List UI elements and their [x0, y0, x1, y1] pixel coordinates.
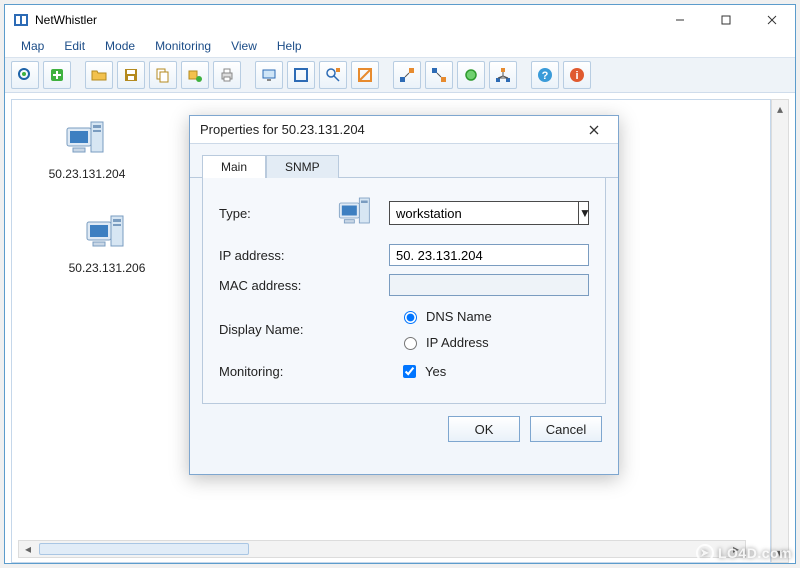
row-monitoring: Monitoring: Yes — [219, 362, 589, 381]
menu-monitoring[interactable]: Monitoring — [147, 37, 219, 55]
chevron-down-icon[interactable]: ▼ — [578, 202, 591, 224]
scroll-left-icon[interactable]: ◂ — [19, 541, 37, 557]
menu-help[interactable]: Help — [269, 37, 310, 55]
main-window: NetWhistler Map Edit Mode Monitoring Vie… — [4, 4, 796, 564]
menu-mode[interactable]: Mode — [97, 37, 143, 55]
scroll-up-icon[interactable]: ▴ — [772, 100, 788, 118]
close-icon — [589, 125, 599, 135]
close-button[interactable] — [749, 5, 795, 35]
window-controls — [657, 5, 795, 35]
tb-help[interactable]: ? — [531, 61, 559, 89]
radio-dns[interactable]: DNS Name — [399, 308, 492, 324]
monitoring-check-label: Yes — [425, 364, 446, 379]
tb-print[interactable] — [213, 61, 241, 89]
node-1-label: 50.23.131.204 — [32, 167, 142, 181]
tb-screen[interactable] — [255, 61, 283, 89]
titlebar-left: NetWhistler — [13, 12, 97, 28]
tab-main[interactable]: Main — [202, 155, 266, 178]
watermark-icon: ➤ — [696, 544, 714, 562]
tb-info[interactable]: i — [563, 61, 591, 89]
dialog-titlebar: Properties for 50.23.131.204 — [190, 116, 618, 144]
tb-topology[interactable] — [489, 61, 517, 89]
horizontal-scrollbar[interactable]: ◂ ▸ — [18, 540, 746, 558]
tb-frame[interactable] — [287, 61, 315, 89]
toolbar: ? i — [5, 57, 795, 93]
node-2[interactable]: 50.23.131.206 — [52, 212, 162, 275]
svg-text:i: i — [575, 70, 578, 82]
row-type: Type: ▼ — [219, 194, 589, 232]
radio-ip[interactable]: IP Address — [399, 334, 489, 350]
tb-find[interactable] — [319, 61, 347, 89]
row-mac: MAC address: — [219, 274, 589, 296]
node-2-label: 50.23.131.206 — [52, 261, 162, 275]
monitoring-check[interactable]: Yes — [399, 362, 446, 381]
app-icon — [13, 12, 29, 28]
app-title: NetWhistler — [35, 13, 97, 27]
tb-discover[interactable] — [11, 61, 39, 89]
radio-dns-input[interactable] — [404, 311, 417, 324]
radio-ip-label: IP Address — [426, 335, 489, 350]
tb-link1[interactable] — [393, 61, 421, 89]
minimize-button[interactable] — [657, 5, 703, 35]
watermark-text: LO4D.com — [718, 545, 792, 561]
label-monitoring: Monitoring: — [219, 364, 329, 379]
type-combo[interactable]: ▼ — [389, 201, 589, 225]
type-combo-input[interactable] — [390, 202, 578, 224]
svg-text:?: ? — [542, 70, 549, 82]
menu-edit[interactable]: Edit — [56, 37, 93, 55]
tb-rename[interactable] — [181, 61, 209, 89]
titlebar: NetWhistler — [5, 5, 795, 35]
dialog-title: Properties for 50.23.131.204 — [200, 122, 365, 137]
label-display: Display Name: — [219, 322, 329, 337]
menu-view[interactable]: View — [223, 37, 265, 55]
dialog-panel: Type: ▼ — [202, 178, 606, 404]
ip-input[interactable] — [389, 244, 589, 266]
tab-snmp[interactable]: SNMP — [266, 155, 339, 178]
tb-link2[interactable] — [425, 61, 453, 89]
dialog-buttons: OK Cancel — [190, 416, 618, 456]
mac-input[interactable] — [389, 274, 589, 296]
workstation-icon — [63, 118, 111, 162]
tb-highlight[interactable] — [351, 61, 379, 89]
label-ip: IP address: — [219, 248, 322, 263]
scroll-thumb[interactable] — [39, 543, 249, 555]
menu-map[interactable]: Map — [13, 37, 52, 55]
cancel-button[interactable]: Cancel — [530, 416, 602, 442]
tb-copy[interactable] — [149, 61, 177, 89]
tb-add[interactable] — [43, 61, 71, 89]
dialog-close-button[interactable] — [576, 116, 612, 144]
label-mac: MAC address: — [219, 278, 322, 293]
ok-button[interactable]: OK — [448, 416, 520, 442]
label-type: Type: — [219, 206, 322, 221]
vertical-scrollbar[interactable]: ▴ ▾ — [771, 99, 789, 563]
maximize-button[interactable] — [703, 5, 749, 35]
tb-open[interactable] — [85, 61, 113, 89]
row-display: Display Name: DNS Name IP Address — [219, 308, 589, 350]
dialog-tabs: Main SNMP — [190, 144, 618, 178]
row-ip: IP address: — [219, 244, 589, 266]
tb-save[interactable] — [117, 61, 145, 89]
monitoring-check-input[interactable] — [403, 365, 416, 378]
watermark: ➤ LO4D.com — [696, 544, 792, 562]
radio-dns-label: DNS Name — [426, 309, 492, 324]
radio-ip-input[interactable] — [404, 337, 417, 350]
node-1[interactable]: 50.23.131.204 — [32, 118, 142, 181]
properties-dialog: Properties for 50.23.131.204 Main SNMP T… — [189, 115, 619, 475]
workstation-icon — [336, 194, 376, 232]
workstation-icon — [83, 212, 131, 256]
type-icon-wrap — [332, 194, 379, 232]
menubar: Map Edit Mode Monitoring View Help — [5, 35, 795, 57]
tb-circle[interactable] — [457, 61, 485, 89]
